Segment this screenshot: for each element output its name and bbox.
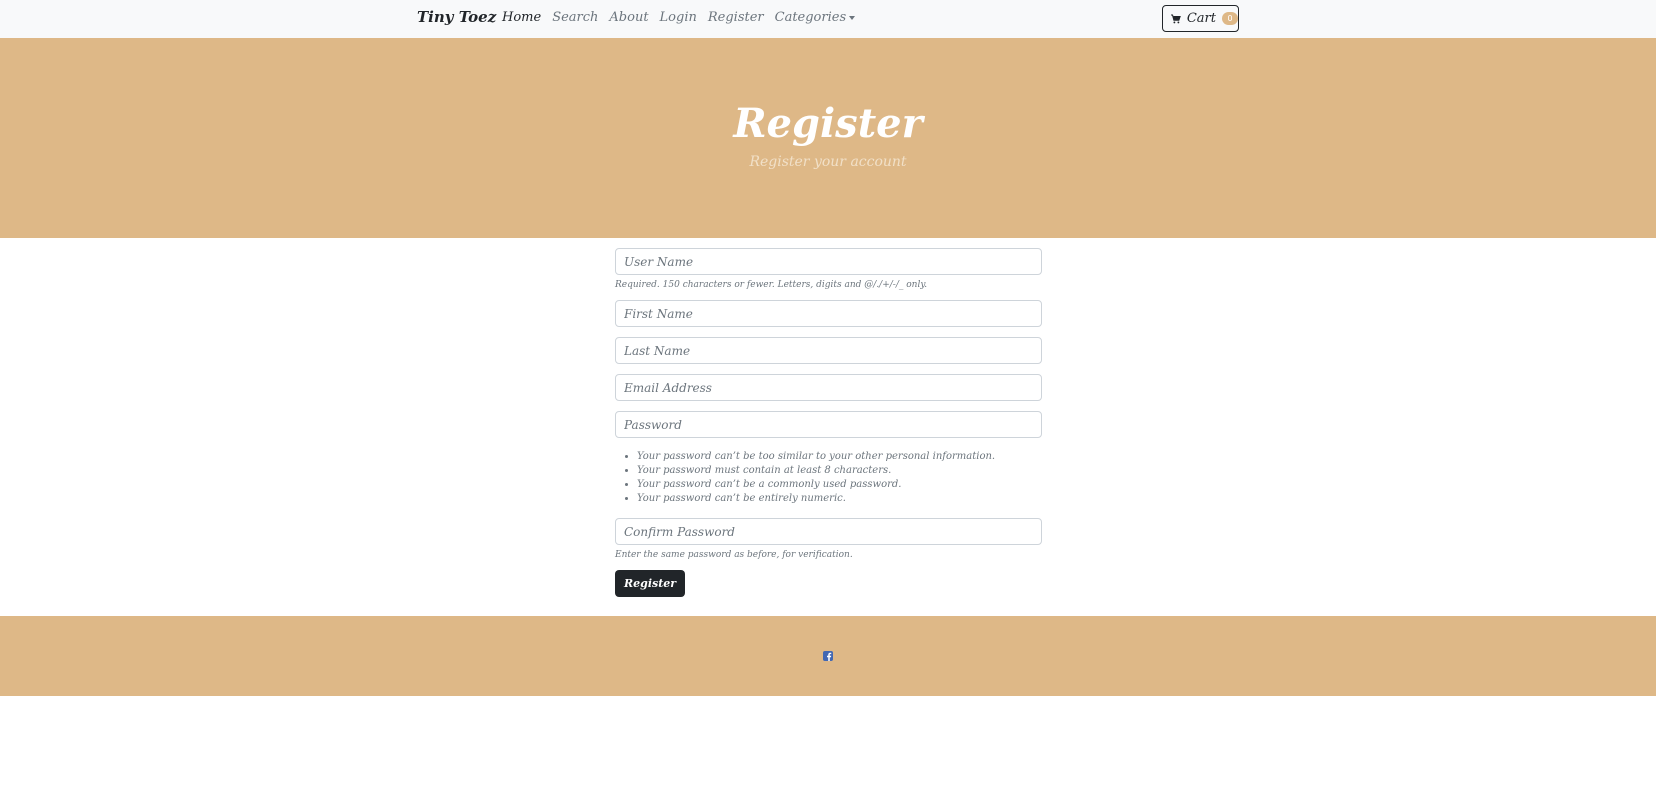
- username-field[interactable]: [615, 248, 1042, 275]
- cart-label: Cart: [1186, 11, 1216, 26]
- register-button[interactable]: Register: [615, 570, 686, 597]
- username-help-text: Required. 150 characters or fewer. Lette…: [615, 280, 928, 290]
- password-rule: Your password can’t be entirely numeric.: [637, 492, 1042, 506]
- page-title: Register: [733, 100, 923, 147]
- nav-login-link[interactable]: Login: [660, 10, 697, 25]
- footer: [0, 616, 1656, 696]
- last-name-field[interactable]: [615, 337, 1042, 364]
- password-rules-list: Your password can’t be too similar to yo…: [615, 450, 1042, 506]
- cart-count-badge: 0: [1222, 12, 1238, 25]
- register-form: Required. 150 characters or fewer. Lette…: [615, 248, 1042, 597]
- password-rule: Your password must contain at least 8 ch…: [637, 464, 1042, 478]
- cart-button[interactable]: Cart 0: [1162, 5, 1239, 32]
- nav-categories-dropdown[interactable]: Categories: [775, 10, 856, 25]
- facebook-icon[interactable]: [823, 651, 833, 661]
- nav-links: Home Search About Login Register Categor…: [502, 10, 866, 25]
- hero-banner: Register Register your account: [0, 38, 1656, 238]
- nav-search-link[interactable]: Search: [552, 10, 598, 25]
- chevron-down-icon: [849, 15, 856, 20]
- nav-home-link[interactable]: Home: [502, 10, 541, 25]
- password-field[interactable]: [615, 411, 1042, 438]
- nav-categories-label: Categories: [774, 10, 847, 25]
- navbar: Tiny Toez Home Search About Login Regist…: [0, 0, 1656, 38]
- cart-icon: [1171, 13, 1181, 23]
- password-rule: Your password can’t be too similar to yo…: [637, 450, 1042, 464]
- page-subtitle: Register your account: [749, 154, 907, 170]
- nav-register-link[interactable]: Register: [708, 10, 764, 25]
- confirm-password-field[interactable]: [615, 518, 1042, 545]
- confirm-password-help-text: Enter the same password as before, for v…: [615, 550, 853, 560]
- brand-link[interactable]: Tiny Toez: [417, 8, 496, 26]
- password-rule: Your password can’t be a commonly used p…: [637, 478, 1042, 492]
- email-field[interactable]: [615, 374, 1042, 401]
- nav-about-link[interactable]: About: [609, 10, 648, 25]
- first-name-field[interactable]: [615, 300, 1042, 327]
